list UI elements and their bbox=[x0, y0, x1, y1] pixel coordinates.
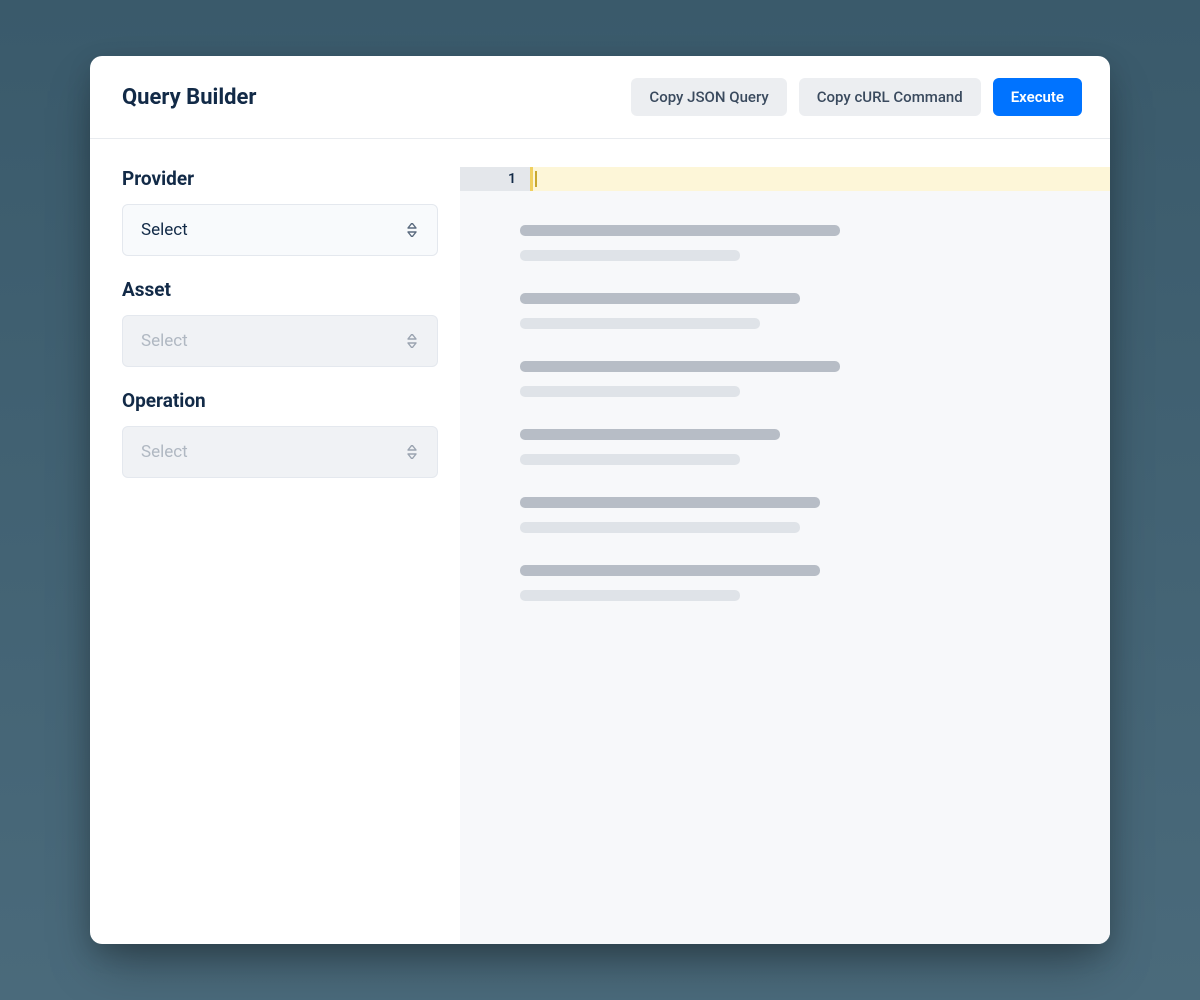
form-sidebar: Provider Select Asset Select bbox=[90, 139, 460, 944]
asset-label: Asset bbox=[122, 278, 438, 301]
skeleton-line bbox=[520, 386, 740, 397]
skeleton-line bbox=[520, 225, 840, 236]
skeleton-line bbox=[520, 250, 740, 261]
header-actions: Copy JSON Query Copy cURL Command Execut… bbox=[631, 78, 1082, 116]
line-number-gutter: 1 bbox=[460, 167, 530, 191]
code-line-row: 1 bbox=[460, 167, 1110, 191]
header-bar: Query Builder Copy JSON Query Copy cURL … bbox=[90, 56, 1110, 139]
skeleton-line bbox=[520, 454, 740, 465]
skeleton-line bbox=[520, 565, 820, 576]
asset-select-value: Select bbox=[141, 331, 188, 351]
body: Provider Select Asset Select bbox=[90, 139, 1110, 944]
skeleton-line bbox=[520, 590, 740, 601]
execute-button[interactable]: Execute bbox=[993, 78, 1082, 116]
query-builder-card: Query Builder Copy JSON Query Copy cURL … bbox=[90, 56, 1110, 944]
chevron-sort-icon bbox=[405, 222, 419, 238]
copy-json-button[interactable]: Copy JSON Query bbox=[631, 78, 786, 116]
skeleton-line bbox=[520, 497, 820, 508]
operation-select-value: Select bbox=[141, 442, 188, 462]
chevron-sort-icon bbox=[405, 333, 419, 349]
code-input-line[interactable] bbox=[530, 167, 1110, 191]
asset-field: Asset Select bbox=[122, 278, 438, 367]
cursor-icon bbox=[535, 171, 537, 187]
operation-select: Select bbox=[122, 426, 438, 478]
skeleton-line bbox=[520, 318, 760, 329]
copy-curl-button[interactable]: Copy cURL Command bbox=[799, 78, 981, 116]
skeleton-line bbox=[520, 361, 840, 372]
skeleton-line bbox=[520, 522, 800, 533]
chevron-sort-icon bbox=[405, 444, 419, 460]
operation-field: Operation Select bbox=[122, 389, 438, 478]
skeleton-line bbox=[520, 429, 780, 440]
provider-field: Provider Select bbox=[122, 167, 438, 256]
code-editor-area: 1 bbox=[460, 167, 1110, 944]
operation-label: Operation bbox=[122, 389, 438, 412]
output-skeleton bbox=[460, 191, 1110, 944]
provider-select[interactable]: Select bbox=[122, 204, 438, 256]
provider-select-value: Select bbox=[141, 220, 188, 240]
asset-select: Select bbox=[122, 315, 438, 367]
page-title: Query Builder bbox=[122, 85, 257, 110]
skeleton-line bbox=[520, 293, 800, 304]
provider-label: Provider bbox=[122, 167, 438, 190]
